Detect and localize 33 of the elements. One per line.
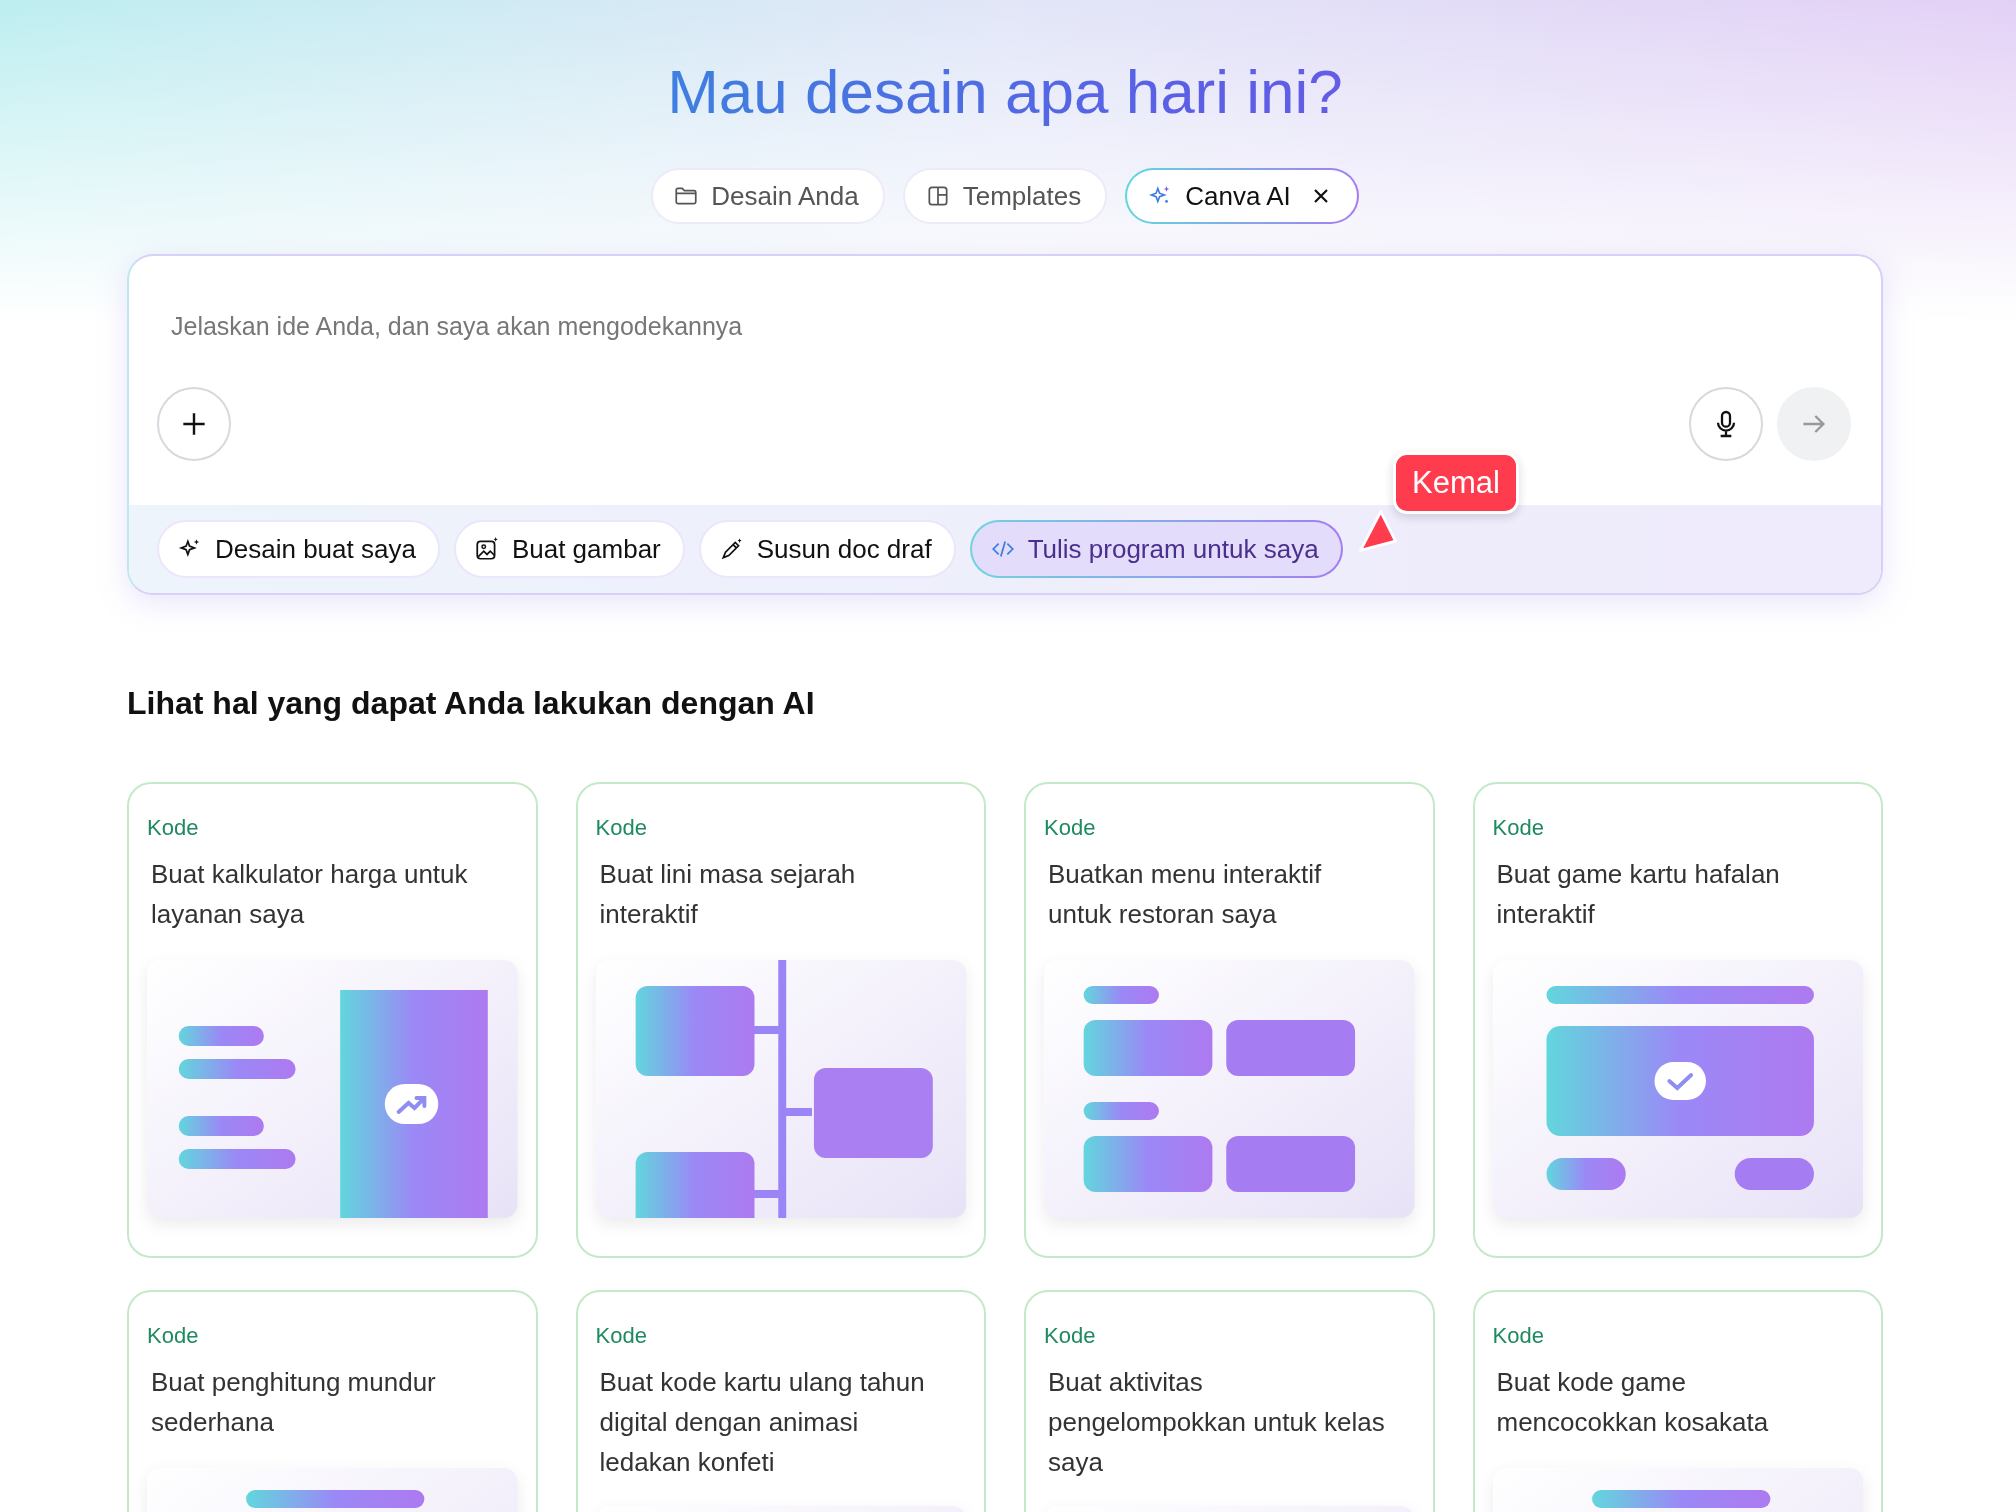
cursor-name-tag: Kemal xyxy=(1393,452,1519,514)
idea-card[interactable]: Kode Buat kode kartu ulang tahun digital dengan animasi ledakan konfeti xyxy=(575,1290,986,1512)
card-description: Buat kode kartu ulang tahun digital dengan animasi ledakan konfeti xyxy=(599,1366,926,1479)
idea-card[interactable]: Kode Buatkan menu interaktif untuk restoran saya xyxy=(1024,782,1435,1258)
category-label: Kode xyxy=(147,1322,200,1350)
card-description: Buat lini masa sejarah interaktif xyxy=(599,858,857,931)
idea-card[interactable]: Kode Buat kode game mencocokkan kosakata xyxy=(1472,1290,1883,1512)
category-label: Kode xyxy=(1492,1322,1545,1350)
section-heading: Lihat hal yang dapat Anda lakukan dengan AI xyxy=(127,685,816,722)
tab[interactable]: Desain Anda xyxy=(651,168,885,224)
idea-card[interactable]: Kode Buat aktivitas pengelompokkan untuk kelas saya xyxy=(1024,1290,1435,1512)
idea-card[interactable]: Kode Buat kalkulator harga untuk layanan saya xyxy=(127,782,538,1258)
tab[interactable]: Canva AI xyxy=(1125,168,1359,224)
image-icon xyxy=(473,536,500,562)
suggestion-chip[interactable]: Buat gambar xyxy=(453,520,685,578)
category-label: Kode xyxy=(1044,814,1097,842)
card-description: Buat kalkulator harga untuk layanan saya xyxy=(151,858,469,931)
tab[interactable]: Templates xyxy=(902,168,1108,224)
category-label: Kode xyxy=(595,814,648,842)
idea-card[interactable]: Kode Buat game kartu hafalan interaktif xyxy=(1472,782,1883,1258)
category-label: Kode xyxy=(1044,1322,1097,1350)
suggestion-chip[interactable]: Susun doc draf xyxy=(698,520,956,578)
card-description: Buat kode game mencocokkan kosakata xyxy=(1496,1366,1770,1439)
category-label: Kode xyxy=(1492,814,1545,842)
idea-card[interactable]: Kode Buat lini masa sejarah interaktif xyxy=(575,782,986,1258)
category-label: Kode xyxy=(147,814,200,842)
card-description: Buat penghitung mundur sederhana xyxy=(151,1366,437,1439)
card-description: Buat game kartu hafalan interaktif xyxy=(1496,858,1781,931)
category-label: Kode xyxy=(595,1322,648,1350)
card-description: Buat aktivitas pengelompokkan untuk kelas saya xyxy=(1048,1366,1386,1479)
idea-card[interactable]: Kode Buat penghitung mundur sederhana xyxy=(127,1290,538,1512)
card-description: Buatkan menu interaktif untuk restoran saya xyxy=(1048,858,1323,931)
suggestion-chip[interactable]: Desain buat saya xyxy=(157,520,440,578)
